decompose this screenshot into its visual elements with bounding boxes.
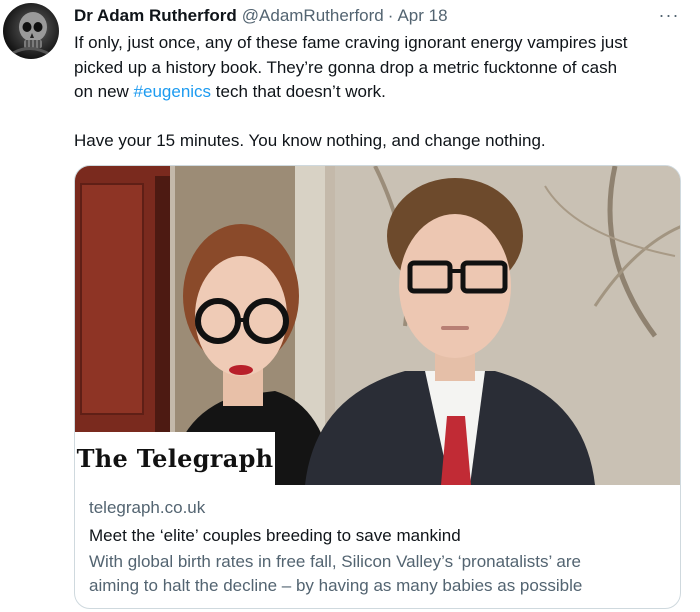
- tweet-text: If only, just once, any of these fame cr…: [74, 31, 684, 153]
- author-name[interactable]: Dr Adam Rutherford: [74, 6, 237, 26]
- link-card[interactable]: The Telegraph telegraph.co.uk Meet the ‘…: [74, 165, 681, 609]
- tweet-text-fragment: tech that doesn’t work.: [211, 82, 386, 101]
- tweet-line: on new #eugenics tech that doesn’t work.: [74, 80, 684, 105]
- publisher-logo-box: The Telegraph: [75, 432, 275, 485]
- tweet-line: Have your 15 minutes. You know nothing, …: [74, 130, 546, 150]
- hashtag-link[interactable]: #eugenics: [134, 82, 212, 101]
- author-handle[interactable]: @AdamRutherford: [242, 6, 384, 26]
- card-meta: telegraph.co.uk Meet the ‘elite’ couples…: [89, 496, 669, 598]
- tweet-header: Dr Adam Rutherford @AdamRutherford · Apr…: [74, 5, 448, 27]
- card-description-line: With global birth rates in free fall, Si…: [89, 552, 581, 571]
- skull-avatar-icon: [12, 12, 52, 57]
- tweet-text-fragment: on new: [74, 82, 134, 101]
- article-image[interactable]: The Telegraph: [75, 166, 680, 485]
- author-avatar[interactable]: [3, 3, 59, 59]
- card-description: With global birth rates in free fall, Si…: [89, 550, 669, 598]
- card-title[interactable]: Meet the ‘elite’ couples breeding to sav…: [89, 524, 669, 548]
- more-options-icon: ···: [658, 4, 680, 25]
- more-options-button[interactable]: ···: [656, 2, 682, 28]
- tweet-date[interactable]: Apr 18: [397, 6, 447, 26]
- tweet[interactable]: Dr Adam Rutherford @AdamRutherford · Apr…: [0, 0, 700, 612]
- separator: ·: [387, 6, 394, 25]
- publisher-logo: The Telegraph: [76, 444, 274, 473]
- tweet-line: picked up a history book. They’re gonna …: [74, 57, 618, 77]
- tweet-line: If only, just once, any of these fame cr…: [74, 33, 628, 52]
- card-description-line: aiming to halt the decline – by having a…: [89, 576, 583, 595]
- card-domain[interactable]: telegraph.co.uk: [89, 496, 669, 520]
